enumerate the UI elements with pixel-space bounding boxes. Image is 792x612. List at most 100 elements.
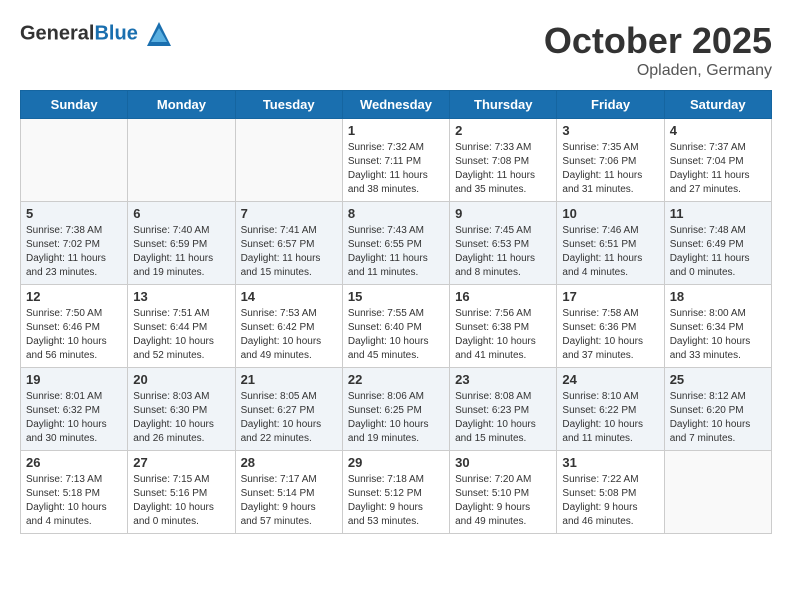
- day-number: 22: [348, 372, 444, 387]
- day-info: Sunrise: 8:10 AM Sunset: 6:22 PM Dayligh…: [562, 390, 658, 446]
- day-number: 16: [455, 289, 551, 304]
- day-number: 24: [562, 372, 658, 387]
- day-info: Sunrise: 7:18 AM Sunset: 5:12 PM Dayligh…: [348, 473, 444, 529]
- calendar-week-row: 5 Sunrise: 7:38 AM Sunset: 7:02 PM Daylig…: [21, 202, 772, 285]
- calendar-day-header: Friday: [557, 91, 664, 119]
- header: GeneralBlue October 2025 Opladen, German…: [20, 20, 772, 80]
- calendar-cell: 17Sunrise: 7:58 AM Sunset: 6:36 PM Dayli…: [557, 285, 664, 368]
- calendar-cell: 28 Sunrise: 7:17 AM Sunset: 5:14 PM Dayli…: [235, 451, 342, 534]
- calendar-cell: [21, 119, 128, 202]
- day-number: 30: [455, 455, 551, 470]
- day-info: Sunrise: 8:12 AM Sunset: 6:20 PM Dayligh…: [670, 390, 766, 446]
- day-number: 25: [670, 372, 766, 387]
- calendar-cell: 24 Sunrise: 8:10 AM Sunset: 6:22 PM Dayli…: [557, 368, 664, 451]
- day-info: Sunrise: 7:55 AM Sunset: 6:40 PM Dayligh…: [348, 307, 444, 363]
- day-number: 2: [455, 123, 551, 138]
- calendar-cell: 11 Sunrise: 7:48 AM Sunset: 6:49 PM Dayli…: [664, 202, 771, 285]
- day-info: Sunrise: 7:41 AM Sunset: 6:57 PM Dayligh…: [241, 224, 337, 280]
- day-number: 18: [670, 289, 766, 304]
- day-number: 8: [348, 206, 444, 221]
- calendar-day-header: Tuesday: [235, 91, 342, 119]
- day-number: 29: [348, 455, 444, 470]
- calendar-cell: 31 Sunrise: 7:22 AM Sunset: 5:08 PM Dayli…: [557, 451, 664, 534]
- calendar-cell: [235, 119, 342, 202]
- calendar-cell: 15Sunrise: 7:55 AM Sunset: 6:40 PM Dayli…: [342, 285, 449, 368]
- day-info: Sunrise: 7:46 AM Sunset: 6:51 PM Dayligh…: [562, 224, 658, 280]
- calendar-cell: [128, 119, 235, 202]
- calendar-cell: 7 Sunrise: 7:41 AM Sunset: 6:57 PM Daylig…: [235, 202, 342, 285]
- calendar-day-header: Sunday: [21, 91, 128, 119]
- calendar-cell: 16Sunrise: 7:56 AM Sunset: 6:38 PM Dayli…: [450, 285, 557, 368]
- day-number: 4: [670, 123, 766, 138]
- day-number: 20: [133, 372, 229, 387]
- calendar-cell: 9Sunrise: 7:45 AM Sunset: 6:53 PM Daylig…: [450, 202, 557, 285]
- day-number: 7: [241, 206, 337, 221]
- day-number: 28: [241, 455, 337, 470]
- calendar-cell: 18 Sunrise: 8:00 AM Sunset: 6:34 PM Dayli…: [664, 285, 771, 368]
- logo-blue: Blue: [94, 22, 137, 44]
- calendar-cell: 22 Sunrise: 8:06 AM Sunset: 6:25 PM Dayli…: [342, 368, 449, 451]
- calendar-cell: 14Sunrise: 7:53 AM Sunset: 6:42 PM Dayli…: [235, 285, 342, 368]
- day-info: Sunrise: 8:01 AM Sunset: 6:32 PM Dayligh…: [26, 390, 122, 446]
- day-info: Sunrise: 7:33 AM Sunset: 7:08 PM Dayligh…: [455, 141, 551, 197]
- day-info: Sunrise: 8:08 AM Sunset: 6:23 PM Dayligh…: [455, 390, 551, 446]
- page: GeneralBlue October 2025 Opladen, German…: [0, 0, 792, 554]
- day-info: Sunrise: 8:03 AM Sunset: 6:30 PM Dayligh…: [133, 390, 229, 446]
- location: Opladen, Germany: [544, 62, 772, 80]
- day-number: 13: [133, 289, 229, 304]
- day-number: 23: [455, 372, 551, 387]
- day-info: Sunrise: 8:05 AM Sunset: 6:27 PM Dayligh…: [241, 390, 337, 446]
- calendar-cell: 2 Sunrise: 7:33 AM Sunset: 7:08 PM Daylig…: [450, 119, 557, 202]
- calendar-cell: 23 Sunrise: 8:08 AM Sunset: 6:23 PM Dayli…: [450, 368, 557, 451]
- day-number: 31: [562, 455, 658, 470]
- calendar: SundayMondayTuesdayWednesdayThursdayFrid…: [20, 90, 772, 534]
- logo-icon: [145, 20, 173, 48]
- calendar-day-header: Wednesday: [342, 91, 449, 119]
- calendar-cell: 30 Sunrise: 7:20 AM Sunset: 5:10 PM Dayli…: [450, 451, 557, 534]
- day-info: Sunrise: 7:45 AM Sunset: 6:53 PM Dayligh…: [455, 224, 551, 280]
- calendar-cell: 12Sunrise: 7:50 AM Sunset: 6:46 PM Dayli…: [21, 285, 128, 368]
- logo: GeneralBlue: [20, 20, 173, 48]
- day-number: 17: [562, 289, 658, 304]
- day-info: Sunrise: 7:51 AM Sunset: 6:44 PM Dayligh…: [133, 307, 229, 363]
- calendar-week-row: 1Sunrise: 7:32 AM Sunset: 7:11 PM Daylig…: [21, 119, 772, 202]
- day-info: Sunrise: 7:40 AM Sunset: 6:59 PM Dayligh…: [133, 224, 229, 280]
- day-info: Sunrise: 7:13 AM Sunset: 5:18 PM Dayligh…: [26, 473, 122, 529]
- calendar-cell: 13 Sunrise: 7:51 AM Sunset: 6:44 PM Dayli…: [128, 285, 235, 368]
- calendar-header-row: SundayMondayTuesdayWednesdayThursdayFrid…: [21, 91, 772, 119]
- calendar-cell: 29 Sunrise: 7:18 AM Sunset: 5:12 PM Dayli…: [342, 451, 449, 534]
- calendar-day-header: Monday: [128, 91, 235, 119]
- day-number: 1: [348, 123, 444, 138]
- calendar-cell: 4 Sunrise: 7:37 AM Sunset: 7:04 PM Daylig…: [664, 119, 771, 202]
- day-info: Sunrise: 8:00 AM Sunset: 6:34 PM Dayligh…: [670, 307, 766, 363]
- calendar-day-header: Thursday: [450, 91, 557, 119]
- day-info: Sunrise: 7:22 AM Sunset: 5:08 PM Dayligh…: [562, 473, 658, 529]
- calendar-cell: 10 Sunrise: 7:46 AM Sunset: 6:51 PM Dayli…: [557, 202, 664, 285]
- day-info: Sunrise: 7:20 AM Sunset: 5:10 PM Dayligh…: [455, 473, 551, 529]
- calendar-cell: 19 Sunrise: 8:01 AM Sunset: 6:32 PM Dayli…: [21, 368, 128, 451]
- logo-general: General: [20, 22, 94, 44]
- day-number: 19: [26, 372, 122, 387]
- calendar-cell: 8Sunrise: 7:43 AM Sunset: 6:55 PM Daylig…: [342, 202, 449, 285]
- calendar-cell: 26 Sunrise: 7:13 AM Sunset: 5:18 PM Dayli…: [21, 451, 128, 534]
- day-number: 6: [133, 206, 229, 221]
- calendar-cell: 6 Sunrise: 7:40 AM Sunset: 6:59 PM Daylig…: [128, 202, 235, 285]
- day-info: Sunrise: 7:17 AM Sunset: 5:14 PM Dayligh…: [241, 473, 337, 529]
- day-info: Sunrise: 7:35 AM Sunset: 7:06 PM Dayligh…: [562, 141, 658, 197]
- day-number: 5: [26, 206, 122, 221]
- calendar-cell: 5 Sunrise: 7:38 AM Sunset: 7:02 PM Daylig…: [21, 202, 128, 285]
- calendar-cell: 21Sunrise: 8:05 AM Sunset: 6:27 PM Dayli…: [235, 368, 342, 451]
- calendar-week-row: 26 Sunrise: 7:13 AM Sunset: 5:18 PM Dayli…: [21, 451, 772, 534]
- day-number: 10: [562, 206, 658, 221]
- calendar-cell: 25 Sunrise: 8:12 AM Sunset: 6:20 PM Dayli…: [664, 368, 771, 451]
- title-block: October 2025 Opladen, Germany: [544, 20, 772, 80]
- day-number: 12: [26, 289, 122, 304]
- day-number: 11: [670, 206, 766, 221]
- calendar-week-row: 19 Sunrise: 8:01 AM Sunset: 6:32 PM Dayli…: [21, 368, 772, 451]
- day-number: 26: [26, 455, 122, 470]
- day-info: Sunrise: 7:48 AM Sunset: 6:49 PM Dayligh…: [670, 224, 766, 280]
- day-info: Sunrise: 8:06 AM Sunset: 6:25 PM Dayligh…: [348, 390, 444, 446]
- calendar-cell: [664, 451, 771, 534]
- day-info: Sunrise: 7:38 AM Sunset: 7:02 PM Dayligh…: [26, 224, 122, 280]
- day-info: Sunrise: 7:37 AM Sunset: 7:04 PM Dayligh…: [670, 141, 766, 197]
